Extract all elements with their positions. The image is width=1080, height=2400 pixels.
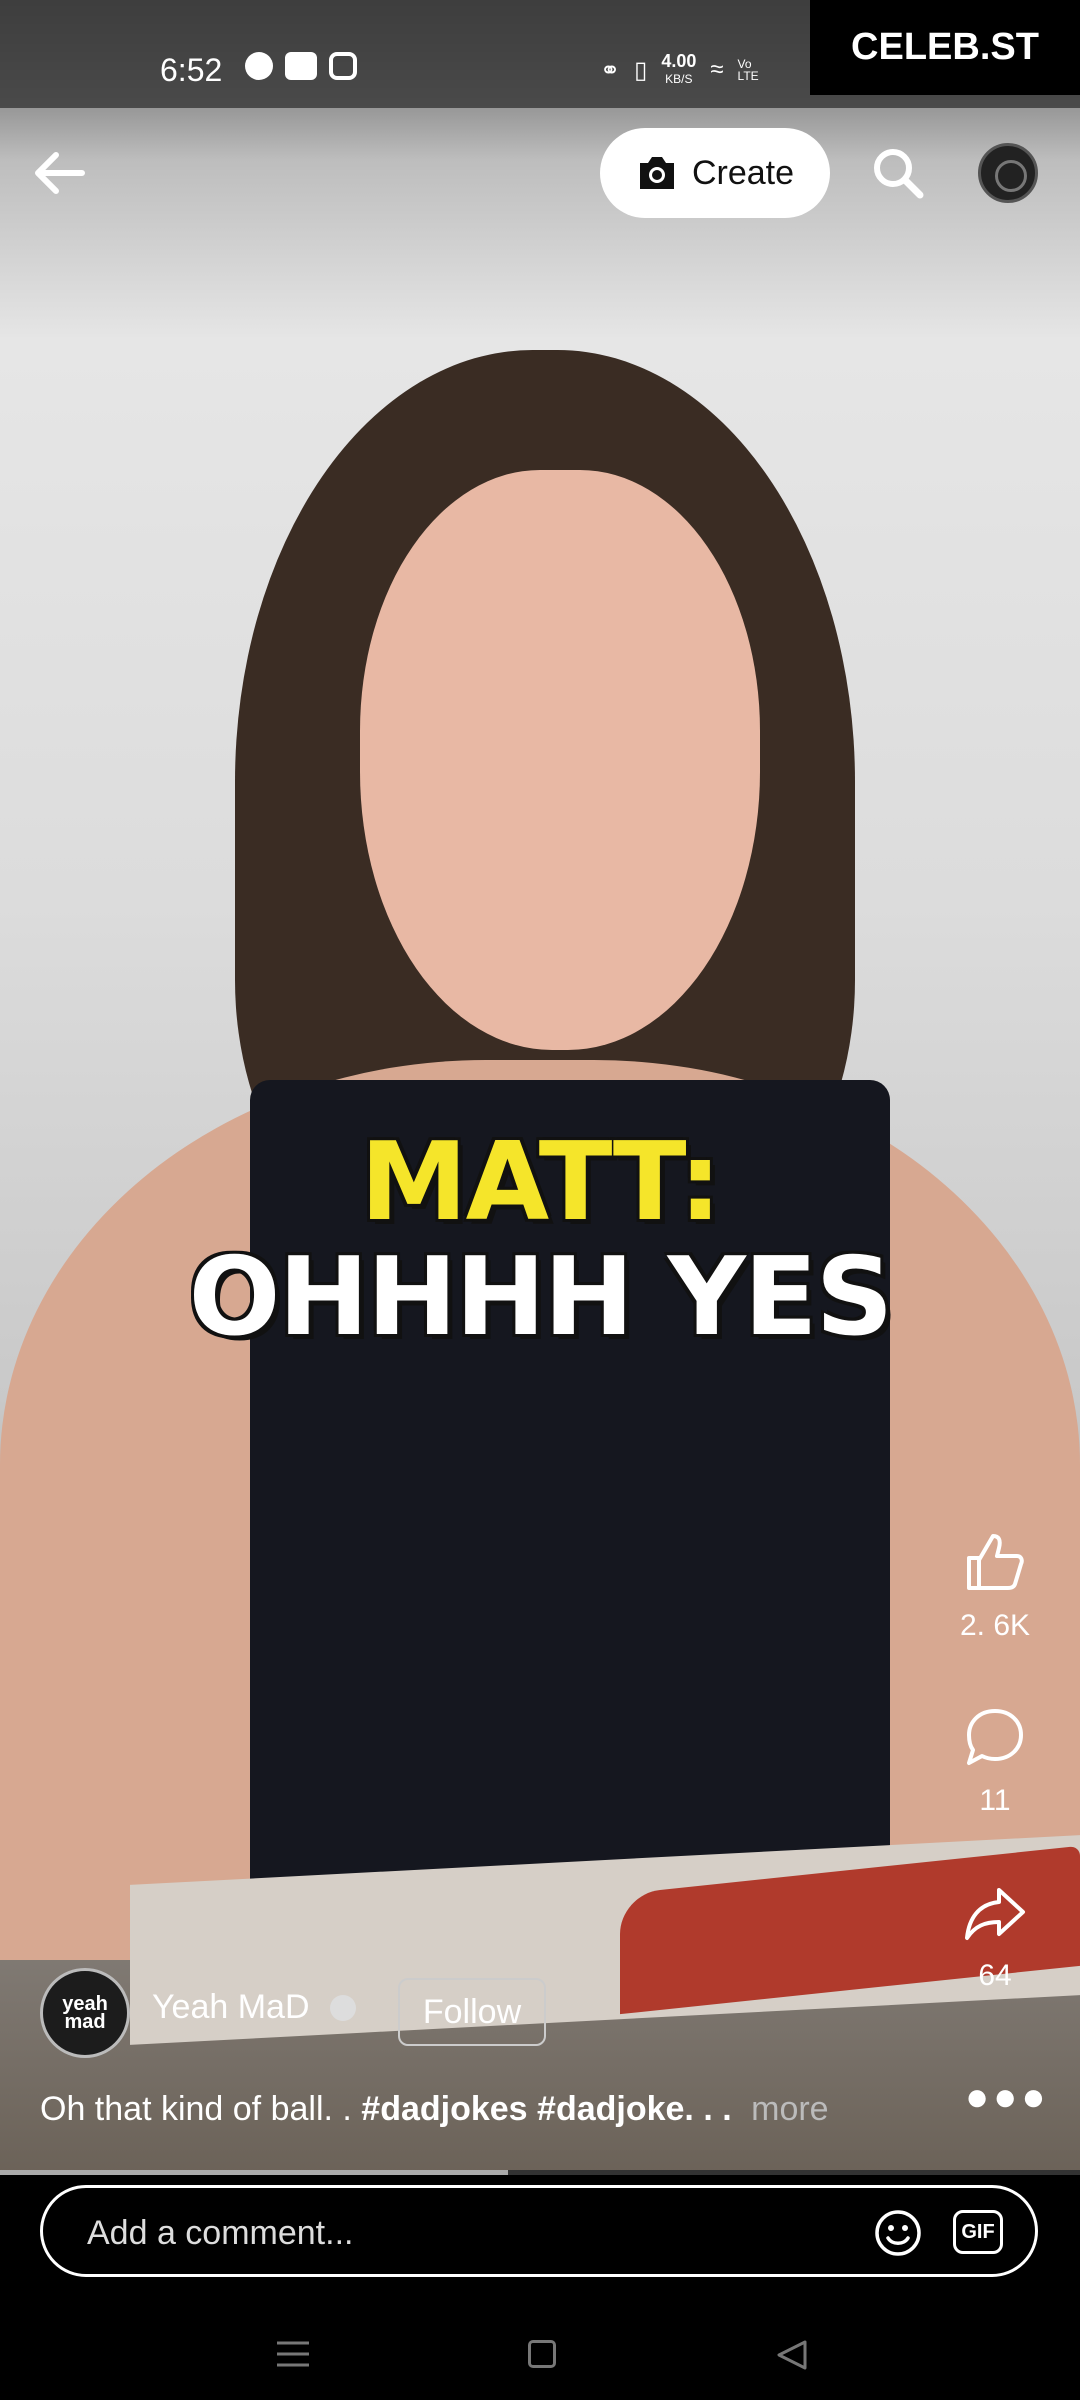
description-more-link[interactable]: more	[751, 2090, 828, 2128]
comment-button[interactable]: 11	[940, 1705, 1050, 1818]
comment-bubble-icon	[967, 1709, 1023, 1765]
channel-avatar[interactable]: yeah mad	[40, 1968, 130, 2058]
video-subject-face	[360, 470, 760, 1050]
comment-input[interactable]	[85, 2210, 789, 2256]
video-progress-fill	[0, 2170, 508, 2175]
instagram-icon	[329, 52, 357, 80]
vibrate-icon: ▯	[634, 56, 648, 84]
like-count: 2. 6K	[959, 1609, 1031, 1642]
network-speed-value: 4.00	[661, 51, 697, 71]
arrow-left-icon	[35, 152, 85, 194]
channel-name[interactable]: Yeah MaD	[152, 1988, 310, 2027]
volte-label: Vo LTE	[737, 57, 759, 83]
more-dots-icon: ●●●	[965, 2075, 1050, 2119]
video-description[interactable]: Oh that kind of ball. . #dadjokes #dadjo…	[40, 2090, 940, 2129]
share-count: 64	[978, 1959, 1012, 1992]
profile-avatar-button[interactable]	[978, 143, 1038, 203]
share-arrow-icon	[965, 1888, 1025, 1940]
more-options-button[interactable]: ●●●	[965, 2075, 1049, 2120]
follow-button[interactable]: Follow	[398, 1978, 546, 2046]
recents-menu-icon[interactable]	[275, 2340, 311, 2368]
network-speed-unit: KB/S	[665, 72, 693, 86]
video-caption-text: OHHHH YES	[188, 1235, 894, 1360]
emoji-button[interactable]	[873, 2208, 923, 2258]
gif-button[interactable]: GIF	[953, 2210, 1003, 2254]
status-time: 6:52	[160, 52, 223, 88]
network-speed: 4.00 KB/S	[661, 52, 696, 88]
wifi-icon: ≈	[710, 56, 724, 83]
description-hashtags[interactable]: #dadjokes #dadjoke. . .	[361, 2090, 731, 2128]
smiley-icon	[875, 2210, 921, 2256]
search-icon	[874, 149, 924, 199]
thumbs-up-icon	[967, 1534, 1024, 1590]
back-triangle-icon[interactable]	[775, 2338, 809, 2372]
create-button[interactable]: Create	[600, 128, 830, 218]
youtube-icon	[285, 52, 317, 80]
search-button[interactable]	[868, 143, 928, 203]
headphones-icon: ⚭	[600, 56, 621, 84]
comment-bar: GIF	[40, 2185, 1038, 2277]
camera-icon	[639, 157, 674, 189]
share-button[interactable]: 64	[940, 1880, 1050, 1993]
notification-icons	[245, 52, 357, 80]
watermark-logo: CELEB.ST	[810, 0, 1080, 95]
messenger-icon	[245, 52, 273, 80]
globe-icon	[330, 1995, 356, 2021]
like-button[interactable]: 2. 6K	[940, 1530, 1050, 1643]
comment-count: 11	[979, 1784, 1011, 1817]
video-progress-bar[interactable]	[0, 2170, 1080, 2175]
video-player[interactable]: MATT: OHHHH YES	[0, 0, 1080, 2175]
back-button[interactable]	[30, 143, 90, 203]
description-text: Oh that kind of ball. .	[40, 2090, 362, 2128]
video-caption-speaker: MATT:	[360, 1120, 722, 1245]
home-square-icon[interactable]	[528, 2340, 556, 2368]
create-label: Create	[691, 153, 795, 192]
status-indicators: ⚭ ▯ 4.00 KB/S ≈ Vo LTE	[600, 52, 759, 88]
system-navigation-bar	[0, 2300, 1080, 2400]
